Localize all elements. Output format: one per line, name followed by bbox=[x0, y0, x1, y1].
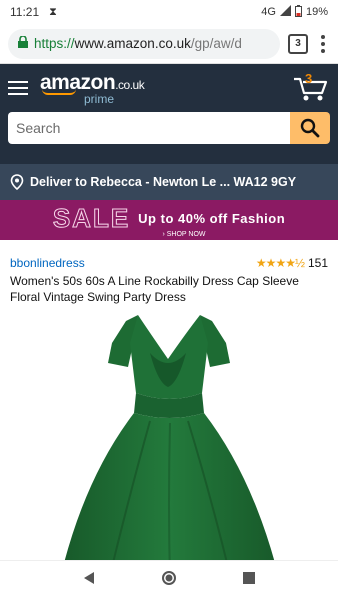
amazon-logo[interactable]: amazon.co.uk prime bbox=[40, 72, 145, 106]
sale-banner[interactable]: SALE Up to 40% off Fashion › SHOP NOW bbox=[0, 200, 338, 240]
product-section: bbonlinedress ★★★★½ 151 Women's 50s 60s … bbox=[0, 240, 338, 593]
banner-headline: Up to 40% off Fashion bbox=[138, 210, 286, 226]
lock-icon bbox=[18, 35, 28, 51]
dress-image bbox=[64, 315, 275, 583]
network-label: 4G bbox=[261, 6, 276, 18]
deliver-to-bar[interactable]: Deliver to Rebecca - Newton Le ... WA12 … bbox=[0, 164, 338, 200]
deliver-text: Deliver to Rebecca - Newton Le ... WA12 … bbox=[30, 175, 297, 189]
url-scheme: https:// bbox=[34, 36, 75, 51]
banner-shop-now: › SHOP NOW bbox=[162, 230, 206, 238]
tab-count: 3 bbox=[295, 38, 301, 49]
star-rating-icon: ★★★★½ bbox=[255, 256, 305, 270]
search-bar bbox=[8, 112, 330, 144]
android-nav-bar bbox=[0, 560, 338, 600]
battery-icon bbox=[294, 4, 302, 20]
search-button[interactable] bbox=[290, 112, 330, 144]
battery-percent: 19% bbox=[305, 6, 328, 18]
hamburger-menu-icon[interactable] bbox=[8, 81, 28, 95]
rating[interactable]: ★★★★½ 151 bbox=[256, 256, 328, 270]
logo-prime: prime bbox=[84, 91, 115, 106]
home-icon[interactable] bbox=[161, 570, 177, 591]
search-icon bbox=[300, 118, 320, 138]
product-title: Women's 50s 60s A Line Rockabilly Dress … bbox=[10, 274, 299, 304]
cart-button[interactable]: 3 bbox=[292, 71, 330, 103]
hourglass-icon: ⧗ bbox=[49, 5, 57, 18]
logo-suffix: .co.uk bbox=[115, 77, 145, 92]
banner-sale-text: SALE bbox=[52, 202, 131, 233]
url-host: www.amazon.co.uk bbox=[74, 36, 191, 51]
back-icon[interactable] bbox=[82, 571, 96, 590]
rating-count: 151 bbox=[307, 256, 328, 270]
status-time: 11:21 bbox=[10, 5, 40, 19]
url-path: /gp/aw/d bbox=[190, 36, 242, 51]
recents-icon[interactable] bbox=[242, 571, 256, 590]
logo-smile-icon bbox=[42, 89, 76, 95]
cart-count: 3 bbox=[305, 71, 313, 86]
url-bar[interactable]: https://www.amazon.co.uk/gp/aw/d bbox=[8, 28, 280, 59]
search-input[interactable] bbox=[8, 112, 290, 144]
browser-menu-icon[interactable] bbox=[316, 34, 330, 53]
amazon-header: amazon.co.uk prime 3 bbox=[0, 64, 338, 164]
tab-switcher-button[interactable]: 3 bbox=[288, 33, 308, 54]
signal-icon bbox=[279, 5, 291, 19]
brand-link[interactable]: bbonlinedress bbox=[10, 256, 85, 270]
status-bar: 11:21 ⧗ 4G 19% bbox=[0, 0, 338, 24]
product-image[interactable] bbox=[0, 313, 338, 591]
location-pin-icon bbox=[10, 174, 24, 190]
browser-toolbar: https://www.amazon.co.uk/gp/aw/d 3 bbox=[0, 24, 338, 64]
